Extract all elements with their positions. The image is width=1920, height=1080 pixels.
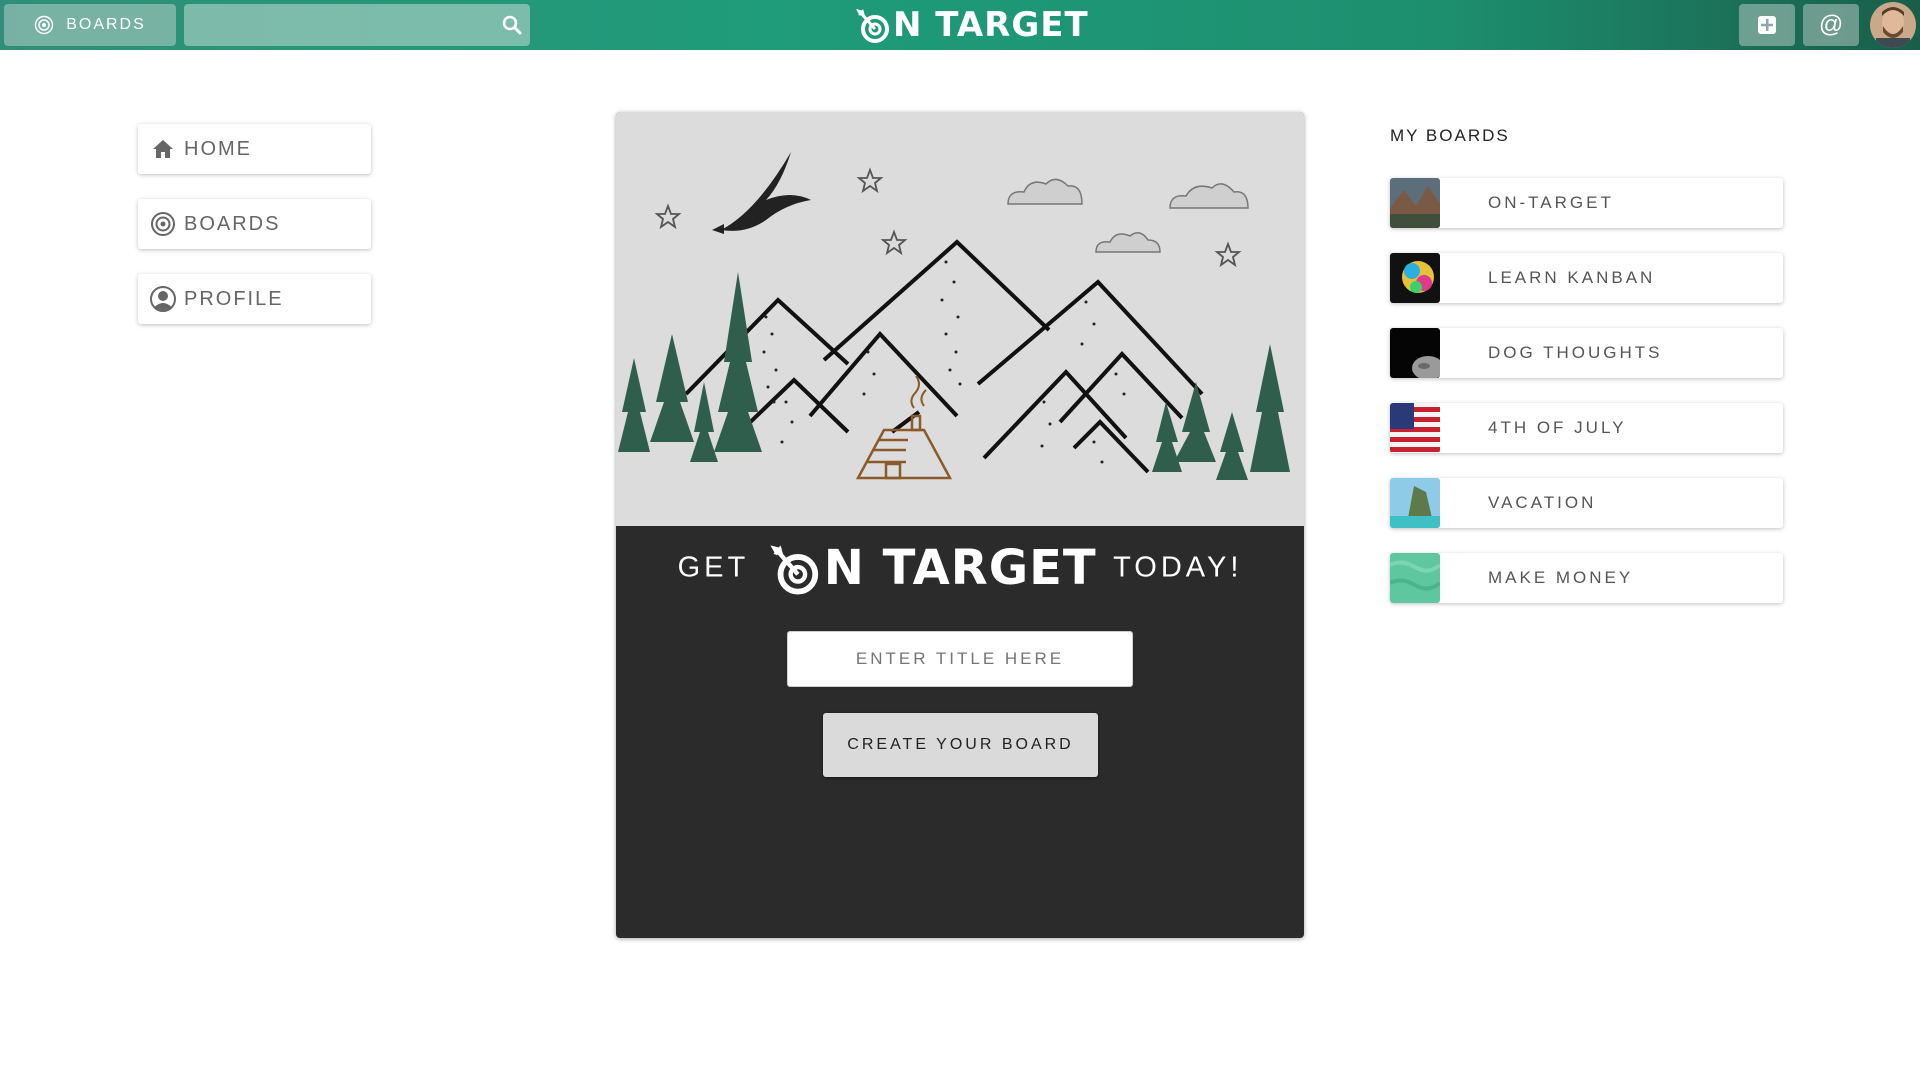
boards-button[interactable]: BOARDS — [4, 4, 176, 46]
board-item[interactable]: VACATION — [1390, 478, 1783, 528]
search-icon[interactable] — [502, 15, 522, 35]
search-box — [184, 4, 530, 46]
board-item[interactable]: ON-TARGET — [1390, 178, 1783, 228]
home-icon — [153, 140, 173, 158]
board-label: MAKE MONEY — [1488, 568, 1634, 587]
target-arrow-icon — [856, 9, 889, 43]
app-logo[interactable]: N TARGET — [853, 5, 1089, 45]
nav-boards[interactable]: BOARDS — [138, 199, 371, 249]
target-arrow-icon — [770, 544, 818, 595]
nav-home[interactable]: HOME — [138, 124, 371, 174]
target-icon — [34, 15, 54, 35]
nav-boards-label: BOARDS — [184, 212, 281, 235]
avatar-image — [1870, 2, 1916, 48]
nav-home-label: HOME — [184, 137, 252, 160]
board-thumbnail — [1390, 403, 1440, 453]
my-boards-heading: MY BOARDS — [1390, 126, 1510, 145]
nav-profile-label: PROFILE — [184, 287, 284, 310]
board-title-input[interactable] — [787, 631, 1133, 687]
board-thumbnail — [1390, 328, 1440, 378]
board-label: VACATION — [1488, 493, 1597, 512]
boards-button-label: BOARDS — [66, 16, 146, 33]
search-input[interactable] — [194, 10, 478, 42]
mentions-button[interactable]: @ — [1803, 4, 1859, 46]
board-thumbnail — [1390, 178, 1440, 228]
hero-today: TODAY! — [1113, 551, 1243, 584]
board-label: LEARN KANBAN — [1488, 268, 1656, 287]
board-item[interactable]: LEARN KANBAN — [1390, 253, 1783, 303]
board-thumbnail — [1390, 553, 1440, 603]
add-board-button[interactable] — [1739, 4, 1795, 46]
board-item[interactable]: MAKE MONEY — [1390, 553, 1783, 603]
board-label: DOG THOUGHTS — [1488, 343, 1663, 362]
user-avatar[interactable] — [1870, 2, 1916, 48]
nav-profile[interactable]: PROFILE — [138, 274, 371, 324]
mountain-illustration — [616, 112, 1304, 526]
target-icon — [151, 212, 175, 236]
user-circle-icon — [150, 286, 176, 312]
hero-logo-text: N TARGET — [823, 540, 1097, 596]
at-icon: @ — [1818, 11, 1844, 38]
create-board-card: GET N TARGET TODAY! CREATE YOUR BOARD — [616, 112, 1304, 938]
board-thumbnail — [1390, 253, 1440, 303]
board-label: ON-TARGET — [1488, 193, 1614, 212]
board-item[interactable]: DOG THOUGHTS — [1390, 328, 1783, 378]
hero-logo: N TARGET — [766, 540, 1097, 596]
create-board-button[interactable]: CREATE YOUR BOARD — [823, 713, 1098, 777]
hero-get: GET — [677, 551, 750, 584]
board-item[interactable]: 4TH OF JULY — [1390, 403, 1783, 453]
logo-text: N TARGET — [893, 5, 1089, 45]
board-label: 4TH OF JULY — [1488, 418, 1627, 437]
hero-headline: GET N TARGET TODAY! — [616, 540, 1304, 596]
plus-square-icon — [1758, 16, 1776, 34]
board-thumbnail — [1390, 478, 1440, 528]
top-bar: BOARDS N TARGET @ — [0, 0, 1920, 50]
